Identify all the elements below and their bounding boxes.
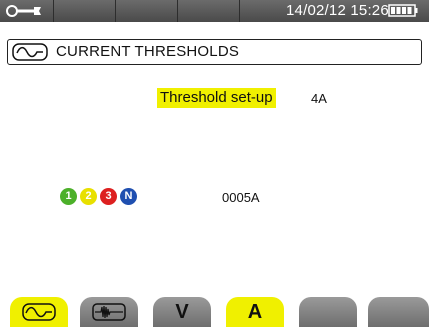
threshold-setup-field[interactable]: Threshold set-up [157, 88, 276, 108]
tab-current-label: A [247, 301, 263, 323]
phase-3-indicator: 3 [100, 188, 117, 205]
wrench-icon[interactable] [6, 4, 46, 18]
status-divider [177, 0, 178, 22]
current-waveform-icon [22, 303, 56, 321]
current-waveform-icon [12, 43, 48, 61]
tab-empty-6[interactable] [368, 297, 429, 327]
status-divider [53, 0, 54, 22]
inrush-icon [92, 303, 126, 321]
tab-voltage-label: V [175, 301, 189, 323]
status-bar: 14/02/12 15:26 [0, 0, 429, 22]
phase-n-indicator: N [120, 188, 137, 205]
tab-current[interactable]: A [226, 297, 284, 327]
page-title: CURRENT THRESHOLDS [56, 43, 240, 60]
tab-inrush[interactable] [80, 297, 138, 327]
datetime: 14/02/12 15:26 [286, 2, 389, 19]
tab-current-waveform[interactable] [10, 297, 68, 327]
phase-1-indicator: 1 [60, 188, 77, 205]
tab-empty-5[interactable] [299, 297, 357, 327]
status-divider [115, 0, 116, 22]
status-divider [239, 0, 240, 22]
screen: 14/02/12 15:26 CURRENT THRESHOLDS Thresh… [0, 0, 429, 327]
battery-icon [388, 4, 418, 17]
phase-current-value[interactable]: 0005A [222, 190, 260, 206]
page-title-box: CURRENT THRESHOLDS [7, 39, 422, 65]
phase-2-indicator: 2 [80, 188, 97, 205]
tab-voltage[interactable]: V [153, 297, 211, 327]
threshold-value[interactable]: 4A [311, 91, 327, 107]
